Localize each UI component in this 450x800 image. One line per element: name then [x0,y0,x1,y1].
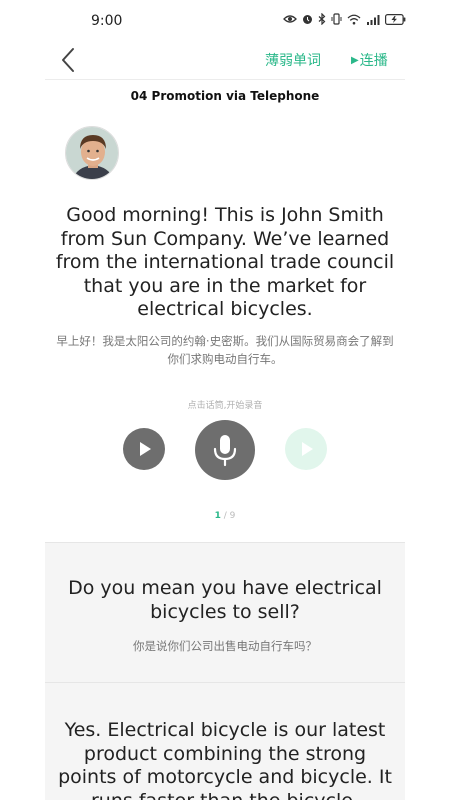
sentence-card[interactable]: Do you mean you have electrical bicycles… [45,542,405,682]
autoplay-button[interactable]: ▶ 连播 [351,50,388,70]
autoplay-label: 连播 [359,53,388,69]
bluetooth-icon [318,13,326,25]
alarm-icon [303,15,312,24]
battery-icon [385,13,406,25]
status-bar: 9:00 [0,0,450,42]
wifi-icon [347,14,361,24]
lesson-screen: 薄弱单词 ▶ 连播 04 Promotion via Telephone Goo… [45,42,405,800]
sentence-card[interactable]: Yes. Electrical bicycle is our latest pr… [45,682,405,800]
play-icon [140,442,151,456]
record-button[interactable] [195,420,255,480]
avatar [65,126,119,180]
card-english: Do you mean you have electrical bicycles… [68,577,382,623]
sentence-translation: 早上好！我是太阳公司的约翰·史密斯。我们从国际贸易商会了解到你们求购电动自行车。 [56,334,394,366]
play-recording-button[interactable] [285,428,327,470]
eye-icon [283,15,297,23]
play-triangle-icon: ▶ [351,54,359,66]
nav-bar: 薄弱单词 ▶ 连播 [45,42,405,80]
card-translation: 你是说你们公司出售电动自行车吗？ [133,639,317,653]
page-separator: / [223,511,227,521]
back-button[interactable] [57,45,81,75]
microphone-icon [213,435,237,467]
page-indicator: 1 / 9 [45,511,405,521]
vibrate-icon [331,13,342,25]
weak-words-button[interactable]: 薄弱单词 [265,50,321,70]
status-icons [283,13,406,25]
play-recording-icon [302,442,313,456]
page-total: 9 [229,511,236,521]
chevron-left-icon [62,48,74,72]
sentence-english: Good morning! This is John Smith from Su… [55,204,395,321]
record-hint: 点击话筒,开始录音 [187,401,263,411]
status-time: 9:00 [91,13,123,29]
page-current: 1 [214,511,221,521]
signal-icon [367,14,380,25]
play-original-button[interactable] [123,428,165,470]
lesson-title: 04 Promotion via Telephone [130,89,320,103]
card-english: Yes. Electrical bicycle is our latest pr… [58,719,392,800]
